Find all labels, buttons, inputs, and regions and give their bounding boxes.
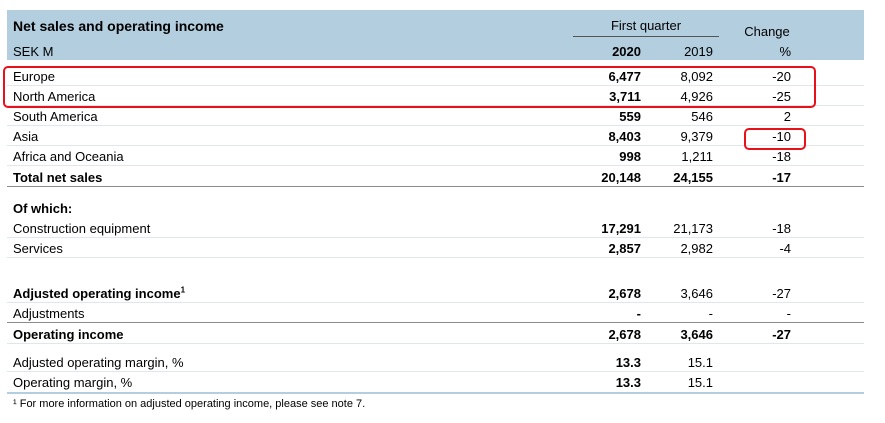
value-2019: 3,646 xyxy=(680,327,713,342)
row-label: Operating income xyxy=(13,327,124,342)
value-2020: 8,403 xyxy=(608,129,641,144)
value-change: - xyxy=(786,306,791,321)
value-2020: 2,678 xyxy=(608,327,641,342)
table-row-services: Services 2,857 2,982 -4 xyxy=(7,238,864,258)
value-2020: 2,678 xyxy=(608,286,641,301)
row-label: South America xyxy=(13,109,98,124)
value-2019: 9,379 xyxy=(680,129,713,144)
value-2019: 15.1 xyxy=(687,375,713,390)
col-pct-header: % xyxy=(779,44,791,59)
col-2019-header: 2019 xyxy=(684,44,713,59)
table-row-operating-income: Operating income 2,678 3,646 -27 xyxy=(7,324,864,344)
footnote-marker: 1 xyxy=(180,285,186,295)
value-2019: - xyxy=(708,306,713,321)
table-row-construction-equipment: Construction equipment 17,291 21,173 -18 xyxy=(7,218,864,238)
row-label: Adjusted operating margin, % xyxy=(13,355,184,370)
value-2019: 15.1 xyxy=(687,355,713,370)
table-row-south-america: South America 559 546 2 xyxy=(7,106,864,126)
value-change: -27 xyxy=(772,327,791,342)
value-2019: 3,646 xyxy=(680,286,713,301)
value-2020: 13.3 xyxy=(615,355,641,370)
value-2020: - xyxy=(636,306,641,321)
value-2020: 2,857 xyxy=(608,241,641,256)
unit-label: SEK M xyxy=(13,44,54,59)
table-row-adjusted-operating-margin: Adjusted operating margin, % 13.3 15.1 xyxy=(7,352,864,372)
row-label: Total net sales xyxy=(13,170,103,185)
value-2019: 546 xyxy=(691,109,713,124)
footnote: ¹ For more information on adjusted opera… xyxy=(13,398,366,410)
row-label: Of which: xyxy=(13,201,73,216)
table-title: Net sales and operating income xyxy=(13,18,224,34)
value-2020: 20,148 xyxy=(601,170,641,185)
row-label: Construction equipment xyxy=(13,221,151,236)
value-change: -18 xyxy=(772,221,791,236)
value-2019: 1,211 xyxy=(681,149,713,164)
highlight-box-asia-change xyxy=(744,128,806,150)
table-row-total-net-sales: Total net sales 20,148 24,155 -17 xyxy=(7,167,864,187)
value-2020: 13.3 xyxy=(615,375,641,390)
value-change: -27 xyxy=(772,286,791,301)
row-label: Asia xyxy=(13,129,39,144)
row-label: Adjusted operating income1 xyxy=(13,285,186,301)
table-row-adjusted-operating-income: Adjusted operating income1 2,678 3,646 -… xyxy=(7,283,864,303)
row-label: Adjustments xyxy=(13,306,85,321)
table-row-operating-margin: Operating margin, % 13.3 15.1 xyxy=(7,372,864,392)
table-row-of-which: Of which: xyxy=(7,198,864,218)
row-label: Services xyxy=(13,241,63,256)
sales-table: Net sales and operating income SEK M Fir… xyxy=(7,10,864,410)
value-change: 2 xyxy=(783,109,791,124)
value-2020: 17,291 xyxy=(601,221,641,236)
value-2019: 2,982 xyxy=(680,241,713,256)
value-change: -4 xyxy=(779,241,791,256)
table-row-africa-oceania: Africa and Oceania 998 1,211 -18 xyxy=(7,146,864,166)
change-label: Change xyxy=(744,24,790,39)
value-2020: 998 xyxy=(619,149,641,164)
table-row-adjustments: Adjustments - - - xyxy=(7,303,864,323)
period-group-label: First quarter xyxy=(610,18,682,33)
table-bottom-rule xyxy=(7,392,864,394)
value-2019: 24,155 xyxy=(673,170,713,185)
table-row-asia: Asia 8,403 9,379 -10 xyxy=(7,126,864,146)
table-header: Net sales and operating income SEK M Fir… xyxy=(7,10,864,60)
period-group-underline xyxy=(573,36,719,37)
value-2019: 21,173 xyxy=(673,221,713,236)
row-label: Operating margin, % xyxy=(13,375,133,390)
col-2020-header: 2020 xyxy=(612,44,641,59)
row-label: Africa and Oceania xyxy=(13,149,124,164)
highlight-box-europe-north-america xyxy=(3,66,816,108)
value-2020: 559 xyxy=(619,109,641,124)
value-change: -17 xyxy=(772,170,791,185)
value-change: -18 xyxy=(772,149,791,164)
